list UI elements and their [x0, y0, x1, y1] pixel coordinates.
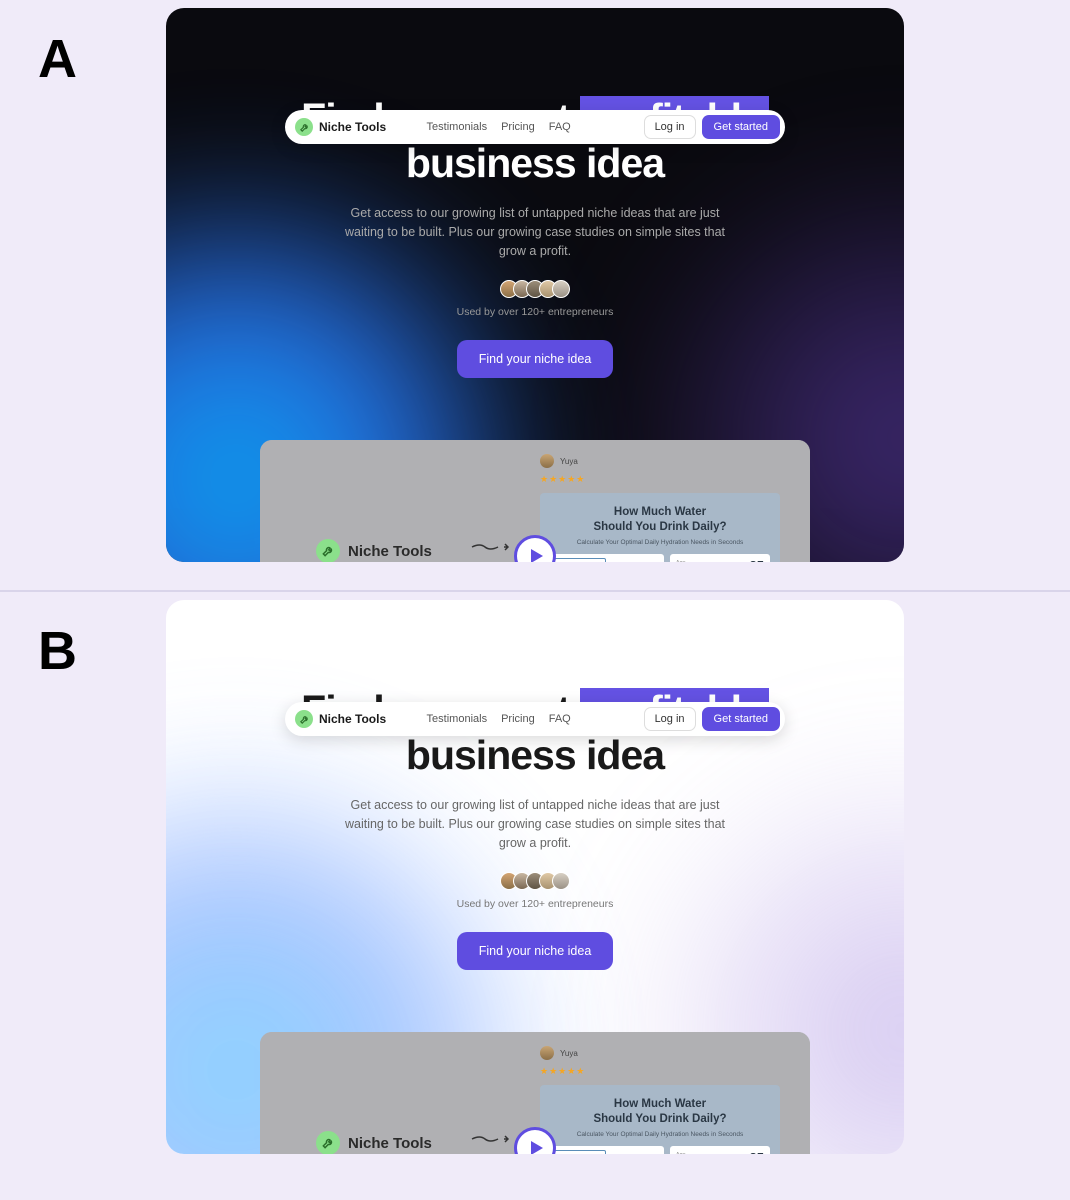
nav-link-testimonials[interactable]: Testimonials	[427, 121, 488, 133]
wrench-icon	[295, 118, 313, 136]
arrow-doodle-icon	[470, 541, 510, 553]
logo-text: Niche Tools	[319, 120, 386, 134]
nav-links: Testimonials Pricing FAQ	[427, 121, 571, 133]
play-icon	[530, 1140, 544, 1154]
panel-label-a: A	[38, 28, 77, 90]
demo-calculator-panel: How Much Water Should You Drink Daily? C…	[540, 493, 780, 562]
get-started-button[interactable]: Get started	[702, 115, 780, 139]
nav-link-pricing[interactable]: Pricing	[501, 713, 535, 725]
demo-age-value: 25	[750, 1150, 764, 1154]
login-button[interactable]: Log in	[644, 707, 696, 731]
panel-label-b: B	[38, 620, 77, 682]
video-logo-text: Niche Tools	[348, 543, 432, 560]
wrench-icon	[295, 710, 313, 728]
video-logo: Niche Tools	[316, 539, 432, 562]
demo-subtitle: Calculate Your Optimal Daily Hydration N…	[550, 539, 770, 546]
avatar-stack	[166, 280, 904, 298]
video-preview-card: Niche Tools Yuya ★★★★★	[260, 1032, 810, 1154]
logo[interactable]: Niche Tools	[295, 710, 386, 728]
headline-post: business idea	[406, 140, 664, 186]
demo-gender-selector: ♂ Male ♀ Female	[550, 1146, 664, 1154]
nav-actions: Log in Get started	[644, 115, 780, 139]
demo-username: Yuya	[560, 1049, 578, 1058]
get-started-button[interactable]: Get started	[702, 707, 780, 731]
play-icon	[530, 548, 544, 562]
avatar-stack	[166, 872, 904, 890]
female-icon: ♀	[632, 1153, 638, 1154]
video-logo: Niche Tools	[316, 1131, 432, 1154]
subheadline: Get access to our growing list of untapp…	[340, 796, 730, 852]
nav-actions: Log in Get started	[644, 707, 780, 731]
cta-button[interactable]: Find your niche idea	[457, 340, 614, 378]
demo-app-screenshot: Yuya ★★★★★ How Much Water Should You Dri…	[540, 454, 780, 562]
demo-age-box: Age 25 YEARS	[670, 1146, 770, 1154]
demo-app-screenshot: Yuya ★★★★★ How Much Water Should You Dri…	[540, 1046, 780, 1154]
arrow-doodle-icon	[470, 1133, 510, 1145]
demo-gender-selector: ♂ Male ♀ Female	[550, 554, 664, 562]
star-rating: ★★★★★	[540, 474, 780, 485]
subheadline: Get access to our growing list of untapp…	[340, 204, 730, 260]
navbar: Niche Tools Testimonials Pricing FAQ Log…	[285, 702, 785, 736]
nav-link-pricing[interactable]: Pricing	[501, 121, 535, 133]
demo-avatar	[540, 454, 554, 468]
logo-text: Niche Tools	[319, 712, 386, 726]
demo-subtitle: Calculate Your Optimal Daily Hydration N…	[550, 1131, 770, 1138]
star-rating: ★★★★★	[540, 1066, 780, 1077]
demo-gender-female: ♀ Female	[609, 1150, 659, 1154]
avatar	[552, 872, 570, 890]
cta-button[interactable]: Find your niche idea	[457, 932, 614, 970]
demo-avatar	[540, 1046, 554, 1060]
hero-panel-light: Niche Tools Testimonials Pricing FAQ Log…	[166, 600, 904, 1154]
female-icon: ♀	[632, 561, 638, 562]
demo-username: Yuya	[560, 457, 578, 466]
demo-gender-male: ♂ Male	[554, 1150, 606, 1154]
demo-gender-male: ♂ Male	[554, 558, 606, 562]
social-proof-text: Used by over 120+ entrepreneurs	[166, 898, 904, 910]
avatar	[552, 280, 570, 298]
video-preview-card: Niche Tools Yuya ★★★★★	[260, 440, 810, 562]
video-logo-text: Niche Tools	[348, 1135, 432, 1152]
logo[interactable]: Niche Tools	[295, 118, 386, 136]
demo-title: How Much Water Should You Drink Daily?	[550, 1097, 770, 1127]
navbar: Niche Tools Testimonials Pricing FAQ Log…	[285, 110, 785, 144]
demo-title: How Much Water Should You Drink Daily?	[550, 505, 770, 535]
social-proof-text: Used by over 120+ entrepreneurs	[166, 306, 904, 318]
nav-link-faq[interactable]: FAQ	[549, 713, 571, 725]
nav-link-testimonials[interactable]: Testimonials	[427, 713, 488, 725]
demo-age-box: Age 25 YEARS	[670, 554, 770, 562]
demo-calculator-panel: How Much Water Should You Drink Daily? C…	[540, 1085, 780, 1154]
demo-gender-female: ♀ Female	[609, 558, 659, 562]
hero-panel-dark: Niche Tools Testimonials Pricing FAQ Log…	[166, 8, 904, 562]
nav-links: Testimonials Pricing FAQ	[427, 713, 571, 725]
login-button[interactable]: Log in	[644, 115, 696, 139]
demo-age-value: 25	[750, 558, 764, 562]
wrench-icon	[316, 1131, 340, 1154]
wrench-icon	[316, 539, 340, 562]
nav-link-faq[interactable]: FAQ	[549, 121, 571, 133]
headline-post: business idea	[406, 732, 664, 778]
